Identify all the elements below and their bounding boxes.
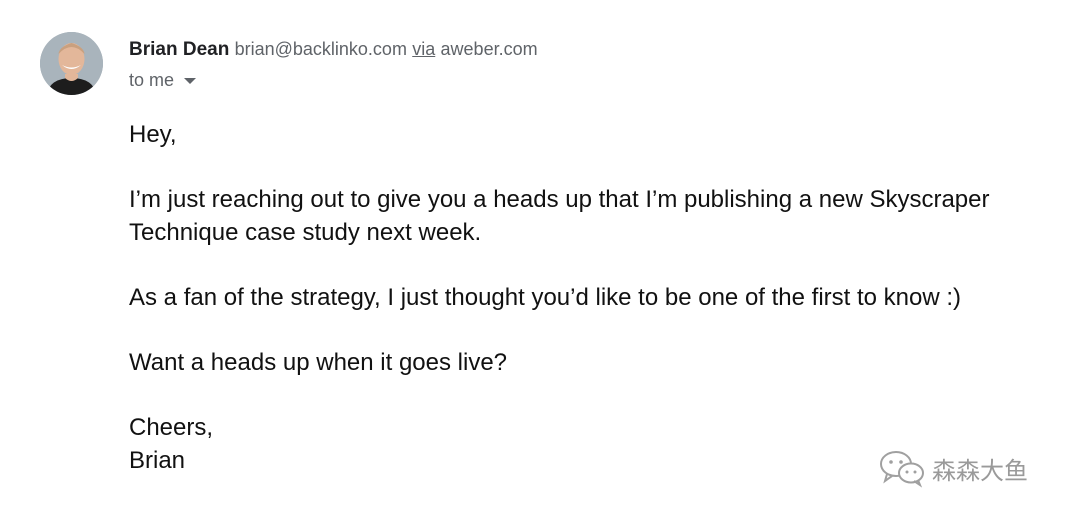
greeting: Hey, xyxy=(129,121,177,148)
sender-line: Brian Dean brian@backlinko.com via awebe… xyxy=(129,36,538,62)
paragraph-2: As a fan of the strategy, I just thought… xyxy=(129,284,962,311)
sender-avatar[interactable] xyxy=(40,32,103,95)
caret-down-icon[interactable] xyxy=(184,78,197,84)
message-body: Hey, I’m just reaching out to give you a… xyxy=(129,118,1059,477)
email-message: Brian Dean brian@backlinko.com via awebe… xyxy=(0,0,1080,517)
recipient-label: to me xyxy=(129,70,175,90)
wechat-icon xyxy=(880,451,924,488)
recipient-details-toggle[interactable]: to me xyxy=(129,68,197,92)
paragraph-1: I’m just reaching out to give you a head… xyxy=(129,186,990,246)
watermark-text: 森森大鱼 xyxy=(932,457,1028,485)
watermark: 森森大鱼 xyxy=(878,448,1028,488)
sender-email: brian@backlinko.com xyxy=(234,39,407,59)
signoff: Cheers, xyxy=(129,414,214,441)
paragraph-3: Want a heads up when it goes live? xyxy=(129,349,508,376)
sender-name[interactable]: Brian Dean xyxy=(129,39,229,60)
sender-domain: aweber.com xyxy=(440,39,538,59)
via-link[interactable]: via xyxy=(412,39,435,59)
person-avatar-icon xyxy=(40,32,103,95)
